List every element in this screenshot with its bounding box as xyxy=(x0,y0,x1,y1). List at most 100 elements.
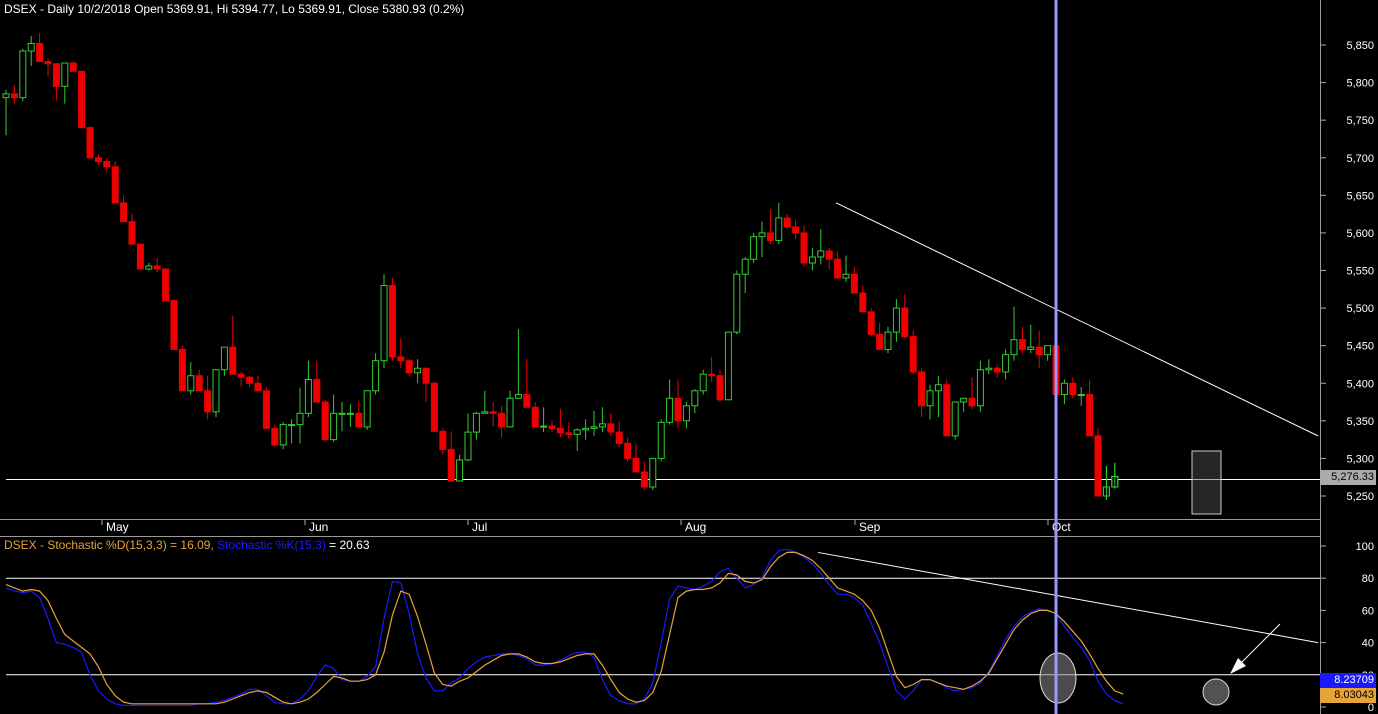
candle-down xyxy=(229,346,237,375)
candle-down xyxy=(968,397,976,407)
candle-up xyxy=(1002,354,1010,373)
candle-up xyxy=(212,369,220,413)
candle-down xyxy=(1035,346,1043,356)
price-tick-label: 5,800 xyxy=(1346,78,1374,90)
candle-up xyxy=(691,390,699,407)
candle-down xyxy=(10,93,18,99)
stoch-highlight-circle xyxy=(1039,652,1077,704)
candle-up xyxy=(1060,382,1068,396)
chart-canvas[interactable]: May Jun Jul Aug Sep Oct5,8505,8005,7505,7005,… xyxy=(0,0,1378,714)
candle-down xyxy=(867,311,875,335)
candle-down xyxy=(716,375,724,401)
candle-up xyxy=(934,384,942,392)
axis-separator xyxy=(1320,0,1321,714)
candle-up xyxy=(666,397,674,423)
candle-up xyxy=(464,431,472,461)
candle-down xyxy=(103,161,111,168)
candle-up xyxy=(514,394,522,399)
candle-up xyxy=(338,412,346,415)
candle-down xyxy=(859,292,867,313)
candle-down xyxy=(918,371,926,407)
candle-up xyxy=(506,397,514,428)
candle-down xyxy=(136,243,144,270)
stoch-k-last-label: 8.23709 xyxy=(1320,673,1376,688)
last-price-label: 5,276.33 xyxy=(1320,470,1376,485)
candle-down xyxy=(246,376,254,384)
stoch-tick-label: 0 xyxy=(1368,702,1374,714)
candle-up xyxy=(288,424,296,427)
candle-down xyxy=(321,401,329,441)
price-tick-label: 5,400 xyxy=(1346,378,1374,390)
candle-up xyxy=(61,62,69,87)
candle-down xyxy=(850,273,858,294)
candle-down xyxy=(78,70,86,129)
candle-down xyxy=(430,382,438,432)
candle-up xyxy=(540,425,548,428)
candle-down xyxy=(1094,435,1102,497)
stochastic-header: DSEX - Stochastic %D(15,3,3) = 16.09, St… xyxy=(4,538,370,552)
candle-down xyxy=(615,431,623,444)
candle-up xyxy=(296,412,304,426)
candle-down xyxy=(204,390,212,413)
candle-down xyxy=(52,63,60,87)
candle-up xyxy=(724,331,732,401)
candle-up xyxy=(1010,339,1018,356)
candle-down xyxy=(94,157,102,163)
pane-separator xyxy=(0,536,1320,537)
candle-down xyxy=(36,42,44,63)
candle-up xyxy=(590,426,598,429)
candle-up xyxy=(1044,345,1052,356)
candle-down xyxy=(44,61,52,65)
candle-down xyxy=(708,373,716,377)
price-tick-label: 5,650 xyxy=(1346,190,1374,202)
candle-down xyxy=(355,412,363,428)
time-axis-top-border xyxy=(0,519,1320,520)
stoch-tick-label: 40 xyxy=(1362,638,1374,650)
month-label-jun: Jun xyxy=(309,520,328,534)
candle-down xyxy=(153,265,161,270)
candle-down xyxy=(800,232,808,264)
candle-up xyxy=(976,369,984,407)
candle-down xyxy=(271,427,279,446)
candle-down xyxy=(624,442,632,459)
candle-down xyxy=(405,360,413,374)
candle-up xyxy=(808,256,816,264)
candle-down xyxy=(632,457,640,473)
candle-up xyxy=(926,390,934,407)
candle-up xyxy=(649,457,657,488)
candle-up xyxy=(842,273,850,279)
candle-up xyxy=(279,424,287,446)
price-tick-label: 5,500 xyxy=(1346,303,1374,315)
candle-up xyxy=(187,375,195,392)
candle-up xyxy=(372,360,380,392)
candle-down xyxy=(120,202,128,223)
candle-down xyxy=(766,232,774,241)
price-tick-label: 5,600 xyxy=(1346,228,1374,240)
stoch-tick-label: 80 xyxy=(1362,573,1374,585)
price-tick-label: 5,450 xyxy=(1346,341,1374,353)
candle-up xyxy=(699,373,707,392)
candle-up xyxy=(817,250,825,258)
candle-up xyxy=(884,331,892,350)
stoch-end-highlight-circle xyxy=(1202,678,1230,706)
candle-down xyxy=(447,448,455,482)
candle-down xyxy=(1069,382,1077,396)
candle-up xyxy=(2,93,10,99)
candle-up xyxy=(414,367,422,374)
stoch-d-label: DSEX - Stochastic %D(15,3,3) = 16.09, xyxy=(4,538,218,552)
candle-up xyxy=(775,217,783,241)
candle-down xyxy=(195,375,203,392)
candle-down xyxy=(783,217,791,228)
candle-down xyxy=(170,300,178,350)
candle-down xyxy=(262,390,270,429)
candle-up xyxy=(456,459,464,482)
candle-down xyxy=(237,373,245,378)
candle-down xyxy=(825,250,833,260)
stoch-tick-label: 60 xyxy=(1362,605,1374,617)
price-tick-label: 5,750 xyxy=(1346,115,1374,127)
candle-down xyxy=(397,356,405,362)
candle-up xyxy=(1077,394,1085,397)
candle-up xyxy=(682,405,690,422)
candle-up xyxy=(145,265,153,270)
candle-down xyxy=(565,432,573,435)
